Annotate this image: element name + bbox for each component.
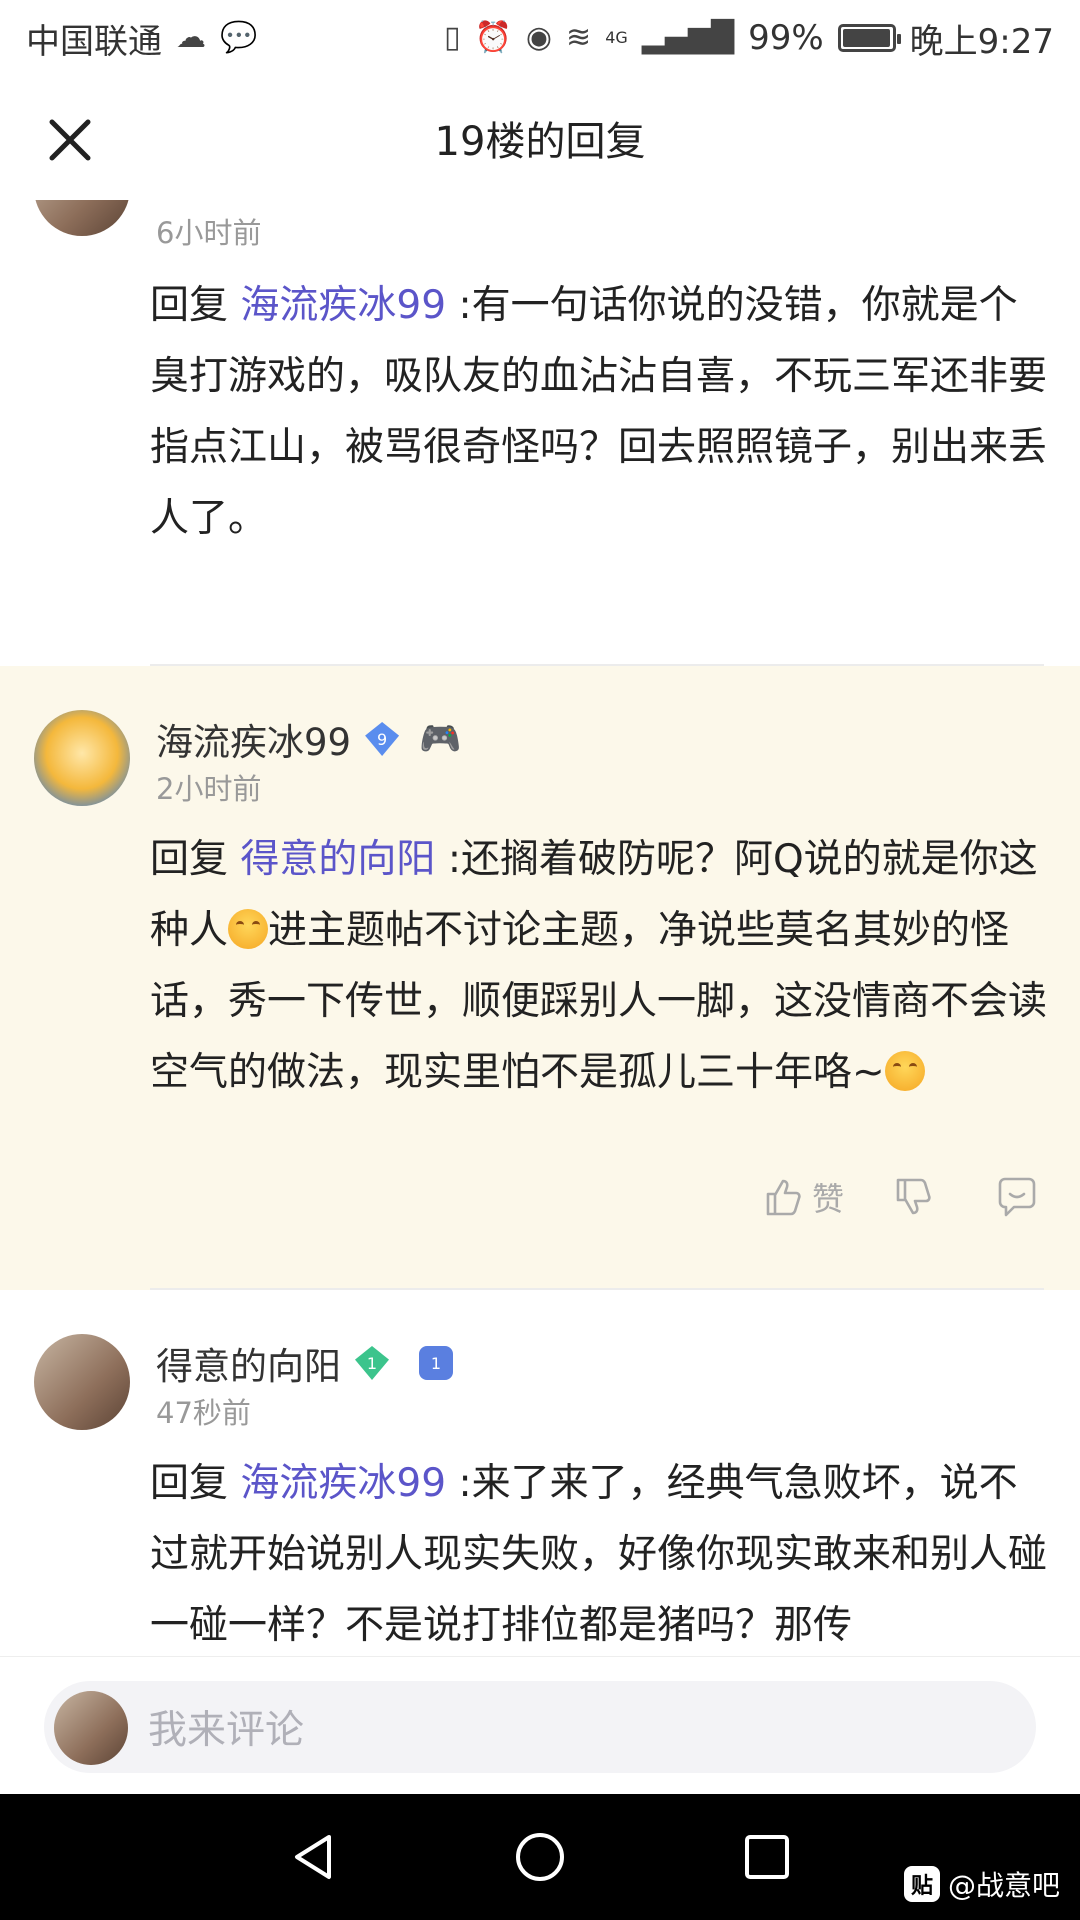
carrier-label: 中国联通 [26, 21, 162, 62]
laugh-emoji-icon [884, 1051, 925, 1091]
dislike-button[interactable] [890, 1174, 936, 1220]
back-nav-icon[interactable] [285, 1829, 341, 1885]
signal-bars-icon: ▂▄▆█ [641, 20, 735, 55]
vibrate-icon: ▯ [443, 20, 461, 55]
thumbs-down-icon [896, 1178, 931, 1215]
comment-content: 回复 海流疾冰99 :有一句话你说的没错，你就是个臭打游戏的，吸队友的血沾沾自喜… [150, 270, 1050, 554]
battery-percent: 99% [748, 18, 824, 58]
name-row: 得意的向阳 1 1 [156, 1336, 453, 1390]
close-icon[interactable] [44, 114, 96, 166]
laugh-emoji-icon [228, 909, 269, 949]
comment-bar: 我来评论 [0, 1656, 1080, 1794]
battery-icon [837, 24, 901, 52]
status-bar: 中国联通 ☁ 💬 ▯ ⏰ ◉ ≋ 4G ▂▄▆█ 99% 晚上9:27 [0, 0, 1080, 76]
wifi-icon: ≋ [566, 20, 592, 55]
comment-input[interactable]: 我来评论 [44, 1681, 1036, 1773]
battery-fill [842, 29, 891, 47]
tieba-logo: 贴 [903, 1866, 940, 1902]
level-badge: 1 [355, 1346, 389, 1380]
reply-button[interactable] [994, 1174, 1040, 1220]
reply-prefix: 回复 [150, 1461, 241, 1506]
page-title: 19楼的回复 [434, 119, 646, 165]
home-nav-icon[interactable] [512, 1829, 568, 1885]
comment-bubble-icon [998, 1177, 1036, 1217]
comment-item: 得意的向阳 1 1 47秒前 回复 海流疾冰99 :来了来了，经典气急败坏，说不… [0, 1290, 1080, 1656]
status-right: ▯ ⏰ ◉ ≋ 4G ▂▄▆█ 99% 晚上9:27 [444, 14, 1054, 63]
gamepad-badge-icon: 🎮 [419, 719, 462, 759]
avatar[interactable] [34, 200, 130, 236]
network-type-label: 4G [605, 27, 628, 47]
name-row: 海流疾冰99 9 🎮 [156, 712, 461, 766]
comment-time: 6小时前 [156, 216, 262, 250]
mention-link[interactable]: 得意的向阳 [240, 837, 435, 882]
username[interactable]: 海流疾冰99 [156, 712, 351, 766]
comment-time: 2小时前 [156, 772, 262, 806]
comment-item: 海流疾冰99 9 🎮 2小时前 回复 得意的向阳 :还搁着破防呢？阿Q说的就是你… [0, 666, 1080, 1290]
my-avatar [54, 1691, 128, 1765]
comment-time: 47秒前 [156, 1396, 251, 1430]
recents-nav-icon[interactable] [739, 1829, 795, 1885]
status-left: 中国联通 ☁ 💬 [26, 14, 257, 63]
reply-prefix: 回复 [150, 283, 241, 328]
like-button[interactable]: 赞 [760, 1174, 844, 1220]
message-bubble-icon: 💬 [220, 20, 258, 55]
rank-badge: 1 [419, 1346, 453, 1380]
system-nav-bar: 贴 @战意吧 [0, 1794, 1080, 1920]
header: 19楼的回复 [0, 76, 1080, 200]
comment-content: 回复 得意的向阳 :还搁着破防呢？阿Q说的就是你这种人 进主题帖不讨论主题，净说些… [150, 824, 1050, 1108]
avatar[interactable] [34, 1334, 130, 1430]
avatar[interactable] [34, 710, 130, 806]
comment-content: 回复 海流疾冰99 :来了来了，经典气急败坏，说不过就开始说别人现实失败，好像你… [150, 1448, 1050, 1656]
weather-cloud-icon: ☁ [176, 20, 206, 55]
watermark: 贴 @战意吧 [903, 1864, 1060, 1904]
thumbs-up-icon [766, 1179, 801, 1216]
alarm-icon: ⏰ [474, 20, 512, 55]
comment-list: 6小时前 回复 海流疾冰99 :有一句话你说的没错，你就是个臭打游戏的，吸队友的… [0, 200, 1080, 1656]
mention-link[interactable]: 海流疾冰99 [240, 1461, 446, 1506]
username[interactable]: 得意的向阳 [156, 1336, 341, 1390]
comment-actions: 赞 [760, 1174, 1040, 1220]
watermark-text: @战意吧 [947, 1869, 1060, 1902]
eye-icon: ◉ [525, 20, 553, 55]
reply-prefix: 回复 [150, 837, 241, 882]
level-badge: 9 [365, 722, 400, 756]
mention-link[interactable]: 海流疾冰99 [240, 283, 446, 328]
clock: 晚上9:27 [909, 21, 1054, 62]
like-label: 赞 [811, 1180, 844, 1218]
